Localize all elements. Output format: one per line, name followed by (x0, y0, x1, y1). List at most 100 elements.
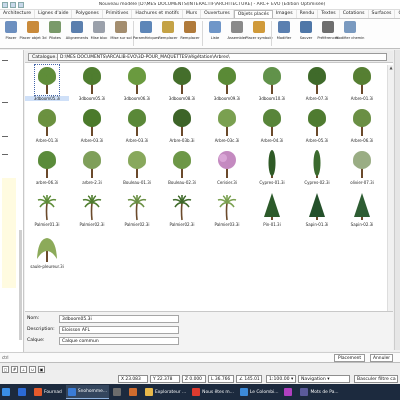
ribbon-button[interactable]: Pilotes (44, 19, 66, 49)
taskbar-app[interactable]: Fournad (32, 385, 64, 399)
catalog-scrollbar[interactable]: ▲ ▼ (387, 65, 393, 345)
length-field[interactable]: L 36.766 (208, 375, 234, 383)
ribbon-button[interactable]: Mise bloc (88, 19, 110, 49)
ribbon-tab[interactable]: Cotations (340, 10, 369, 18)
catalog-item[interactable]: olivier-07.3i (340, 149, 384, 189)
ribbon-button[interactable]: Paramétriques (133, 19, 159, 49)
ribbon-button[interactable]: Remplacer (157, 19, 179, 49)
lock-icon[interactable]: ▣ (38, 366, 45, 373)
catalog-item[interactable]: 3dboom06.3i (115, 65, 159, 105)
ribbon-button[interactable]: Alignements (66, 19, 88, 49)
catalog-item[interactable]: Arbre-06.3i (340, 107, 384, 147)
ribbon-button[interactable]: Modifier (273, 19, 295, 49)
catalog-item[interactable]: Arbre-05.3i (295, 107, 339, 147)
taskbar-app[interactable]: Snohomme... (65, 385, 109, 399)
catalog-item[interactable]: Sapin-01.3i (295, 191, 339, 231)
ribbon-tab[interactable]: Charpente (395, 10, 400, 18)
name-field[interactable]: 3dboom05.3i (59, 315, 179, 323)
taskbar-app[interactable] (127, 385, 141, 399)
z-coordinate-field[interactable]: Z 0.000 (182, 375, 206, 383)
catalog-item[interactable]: Sapin-02.3i (340, 191, 384, 231)
catalog-item-label: Cerisier.3i (217, 180, 237, 185)
magnet-icon[interactable]: ∪ (29, 366, 36, 373)
ribbon-tab[interactable]: Polygones (72, 10, 103, 18)
angle-field[interactable]: ∠ 145.01 (236, 375, 262, 383)
catalog-item[interactable]: Pin-01.3i (250, 191, 294, 231)
catalog-item[interactable]: arbre-2.3i (70, 149, 114, 189)
catalog-item[interactable]: 3dboom10.3i (250, 65, 294, 105)
ribbon-tab[interactable]: Architecture (0, 10, 36, 18)
mode-dropdown[interactable]: Navigation ▾ (298, 375, 350, 383)
catalog-item[interactable]: 3dboom08.3i (160, 65, 204, 105)
ribbon-button[interactable]: Liste (204, 19, 226, 49)
catalog-item[interactable]: Arbre-03.3i (70, 107, 114, 147)
catalog-item[interactable]: Arbre-04.3i (250, 107, 294, 147)
catalog-item[interactable]: 3dboom05.3i (70, 65, 114, 105)
left-scrollbar[interactable] (19, 230, 22, 340)
catalog-item[interactable]: Bouleau-01.3i (115, 149, 159, 189)
ribbon-tab[interactable]: Textes (318, 10, 340, 18)
grid-icon[interactable]: # (11, 366, 18, 373)
catalog-item[interactable]: Palmier03.3i (205, 191, 249, 231)
catalog-item[interactable]: Arbre-01.3i (25, 107, 69, 147)
start-button[interactable] (0, 385, 14, 399)
layer-field[interactable]: Calque commun (59, 337, 179, 345)
taskbar-app[interactable] (16, 385, 30, 399)
ortho-icon[interactable]: ⊥ (20, 366, 27, 373)
ribbon-button[interactable]: Placer (0, 19, 22, 49)
taskbar-app[interactable]: Explorateur ... (143, 385, 188, 399)
ribbon-tab[interactable]: Primitives (103, 10, 133, 18)
ribbon-tab[interactable]: Rendu (297, 10, 319, 18)
ribbon-tab[interactable]: Surfaces (369, 10, 396, 18)
ribbon-tab[interactable]: Objets placés (233, 10, 273, 18)
scale-dropdown[interactable]: 1:100.00 ▾ (266, 375, 296, 383)
catalog-item[interactable]: Arbre-03.3i (115, 107, 159, 147)
ribbon-button[interactable]: Placer objet 3d (20, 19, 47, 49)
catalog-item[interactable]: Palmier02.3i (115, 191, 159, 231)
ribbon-button[interactable]: Sauver (295, 19, 317, 49)
catalog-item[interactable]: Cypres-01.3i (250, 149, 294, 189)
snap-icon[interactable]: ◻ (2, 366, 9, 373)
catalog-item[interactable]: Arbre-01.3i (340, 65, 384, 105)
app-logo-icon[interactable] (2, 1, 8, 8)
taskbar-app[interactable]: Le Colombi... (238, 385, 281, 399)
save-icon[interactable] (10, 1, 16, 8)
catalog-item[interactable]: Palmier01.3i (25, 191, 69, 231)
taskbar-app[interactable]: Nous êtes m... (190, 385, 236, 399)
filter-dropdown[interactable]: Basculer filtre ca (354, 375, 398, 383)
layer-row: Calque: Calque commun (27, 337, 387, 345)
ribbon-button[interactable]: Remplacer (179, 19, 201, 49)
catalog-item[interactable]: saule-pleureur.3i (25, 233, 69, 273)
catalog-item[interactable]: 3dboom09.3i (205, 65, 249, 105)
taskbar-app[interactable] (111, 385, 125, 399)
ribbon-button[interactable]: Modifier chemin (336, 19, 364, 49)
catalog-item[interactable]: Palmier02.3i (70, 191, 114, 231)
placement-button[interactable]: Placement (334, 354, 366, 362)
catalog-item[interactable]: Palmier02.3i (160, 191, 204, 231)
catalog-item[interactable]: arbre-06.3i (25, 149, 69, 189)
ribbon-button[interactable]: Assembler (226, 19, 248, 49)
catalog-item[interactable]: 3dboom05.3i (25, 64, 69, 105)
ribbon-tab[interactable]: Images (273, 10, 297, 18)
taskbar-app[interactable]: Mots de Pa... (298, 385, 340, 399)
ribbon-tab[interactable]: Ouvertures (201, 10, 234, 18)
description-field[interactable]: Eloisson AFL (59, 326, 179, 334)
ribbon-tab[interactable]: Hachures et motifs (132, 10, 183, 18)
x-coordinate-field[interactable]: X 23.083 (118, 375, 148, 383)
ribbon-button[interactable]: Placer symbole (245, 19, 273, 49)
ribbon-button[interactable]: Mise sur sol (110, 19, 132, 49)
ribbon-button[interactable]: Préférences (317, 19, 339, 49)
catalog-item[interactable]: Bouleau-02.3i (160, 149, 204, 189)
catalog-item-label: Arbre-06.3i (350, 138, 374, 143)
cancel-button[interactable]: Annuler (370, 354, 394, 362)
ribbon-tab[interactable]: Lignes d'aide (35, 10, 73, 18)
ribbon-tab[interactable]: Murs (183, 10, 202, 18)
catalog-item[interactable]: Arbre-03b.3i (160, 107, 204, 147)
catalog-path-field[interactable]: D:\MES DOCUMENTS\ARCALIB-EVO\3D-POUR_MAQ… (57, 53, 387, 61)
taskbar-app[interactable] (282, 385, 296, 399)
catalog-item[interactable]: Cypres-02.3i (295, 149, 339, 189)
catalog-item[interactable]: Arbre-07.3i (295, 65, 339, 105)
catalog-item[interactable]: Cerisier.3i (205, 149, 249, 189)
catalog-item[interactable]: Arbre-03c.3i (205, 107, 249, 147)
y-coordinate-field[interactable]: Y 22.378 (150, 375, 180, 383)
